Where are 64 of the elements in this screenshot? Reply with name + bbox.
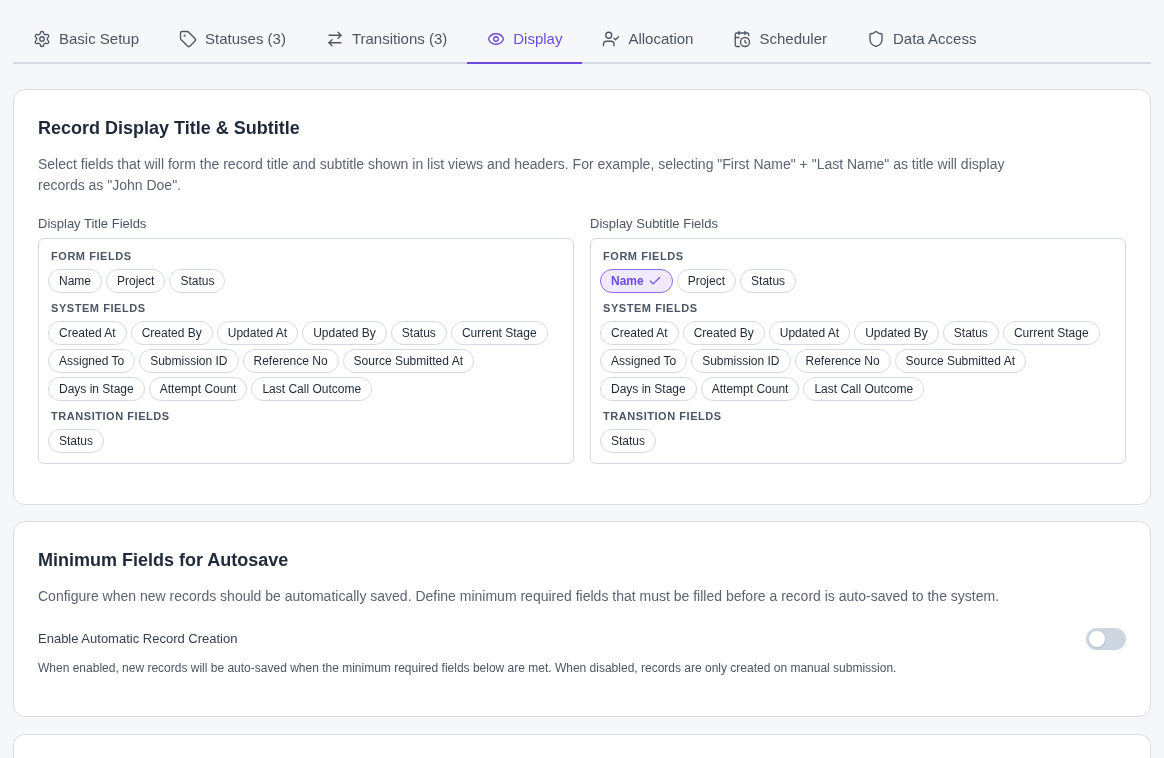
field-chip[interactable]: Attempt Count	[148, 377, 248, 401]
field-chip[interactable]: Updated By	[854, 321, 939, 345]
field-chip[interactable]: Attempt Count	[700, 377, 800, 401]
field-label: Display Title Fields	[38, 215, 148, 233]
field-chip[interactable]: Submission ID	[691, 349, 791, 373]
arrows-icon	[325, 30, 344, 48]
user-check-icon	[602, 30, 621, 48]
tab[interactable]: Transitions (3)	[305, 16, 468, 64]
tab[interactable]: Scheduler	[713, 16, 847, 64]
field-chip[interactable]: Submission ID	[139, 349, 239, 373]
field-chip[interactable]: Created At	[48, 321, 127, 345]
tab[interactable]: Data Access	[847, 16, 997, 64]
field-chip[interactable]: Status	[740, 269, 797, 293]
group-heading: SYSTEM FIELDS	[50, 301, 147, 315]
check-icon	[647, 274, 662, 288]
field-chip[interactable]: Reference No	[794, 349, 891, 373]
field-chip[interactable]: Status	[169, 269, 226, 293]
tag-icon	[179, 30, 198, 48]
shield-icon	[867, 30, 885, 48]
field-chip[interactable]: Project	[106, 269, 166, 293]
field-chip[interactable]: Project	[676, 269, 737, 293]
tab[interactable]: Allocation	[582, 16, 714, 64]
field-chip[interactable]: Status	[48, 429, 105, 453]
field-chip[interactable]: Updated At	[216, 321, 299, 345]
group-heading: SYSTEM FIELDS	[602, 301, 699, 315]
field-chip[interactable]: Status	[390, 321, 447, 345]
group-heading: FORM FIELDS	[602, 249, 685, 263]
group-heading: TRANSITION FIELDS	[50, 409, 171, 423]
field-chip[interactable]: Name	[48, 269, 102, 293]
group-heading: TRANSITION FIELDS	[602, 409, 723, 423]
field-chip[interactable]: Status	[942, 321, 999, 345]
group-heading: FORM FIELDS	[50, 249, 133, 263]
toggle-label: Enable Automatic Record Creation	[38, 630, 238, 648]
toggle-switch[interactable]	[1086, 628, 1126, 650]
calendar-clock-icon	[733, 30, 752, 48]
section-title: Record Display Title & Subtitle	[38, 117, 301, 140]
field-chip[interactable]: Status	[600, 429, 657, 453]
section-title: Minimum Fields for Autosave	[38, 549, 290, 572]
field-chip[interactable]: Last Call Outcome	[251, 377, 373, 401]
field-chip[interactable]: Reference No	[242, 349, 339, 373]
field-chip[interactable]: Updated By	[302, 321, 387, 345]
eye-icon	[487, 30, 506, 48]
field-chip[interactable]: Updated At	[768, 321, 851, 345]
field-chip[interactable]: Created By	[682, 321, 765, 345]
field-chip[interactable]: Current Stage	[1002, 321, 1100, 345]
field-chip[interactable]: Created By	[130, 321, 213, 345]
field-chip[interactable]: Last Call Outcome	[803, 377, 925, 401]
tab[interactable]: Statuses (3)	[159, 16, 306, 64]
section-description: Configure when new records should be automatically saved. Define minimum required fields that must be filled before a record is auto-saved to the system.	[38, 587, 1001, 606]
field-chip[interactable]: Created At	[600, 321, 679, 345]
tab[interactable]: Display	[467, 16, 583, 64]
field-chip[interactable]: Current Stage	[450, 321, 548, 345]
help-text: When enabled, new records will be auto-saved when the minimum required fields below are met. When disabled, records are only created on manual submission.	[38, 660, 898, 676]
field-chip[interactable]: Source Submitted At	[342, 349, 474, 373]
field-chip[interactable]: Days in Stage	[600, 377, 697, 401]
field-chip[interactable]: Name	[600, 269, 673, 293]
field-chip[interactable]: Assigned To	[600, 349, 688, 373]
gear-icon	[33, 30, 51, 48]
field-chip[interactable]: Source Submitted At	[894, 349, 1026, 373]
section-description: Select fields that will form the record title and subtitle shown in list views and headers. For example, selecting "First Name" + "Last Name" as title will display records as "John Doe".	[38, 155, 1006, 195]
field-chip[interactable]: Days in Stage	[48, 377, 145, 401]
tab[interactable]: Basic Setup	[13, 16, 160, 64]
field-label: Display Subtitle Fields	[590, 215, 719, 233]
field-chip[interactable]: Assigned To	[48, 349, 136, 373]
